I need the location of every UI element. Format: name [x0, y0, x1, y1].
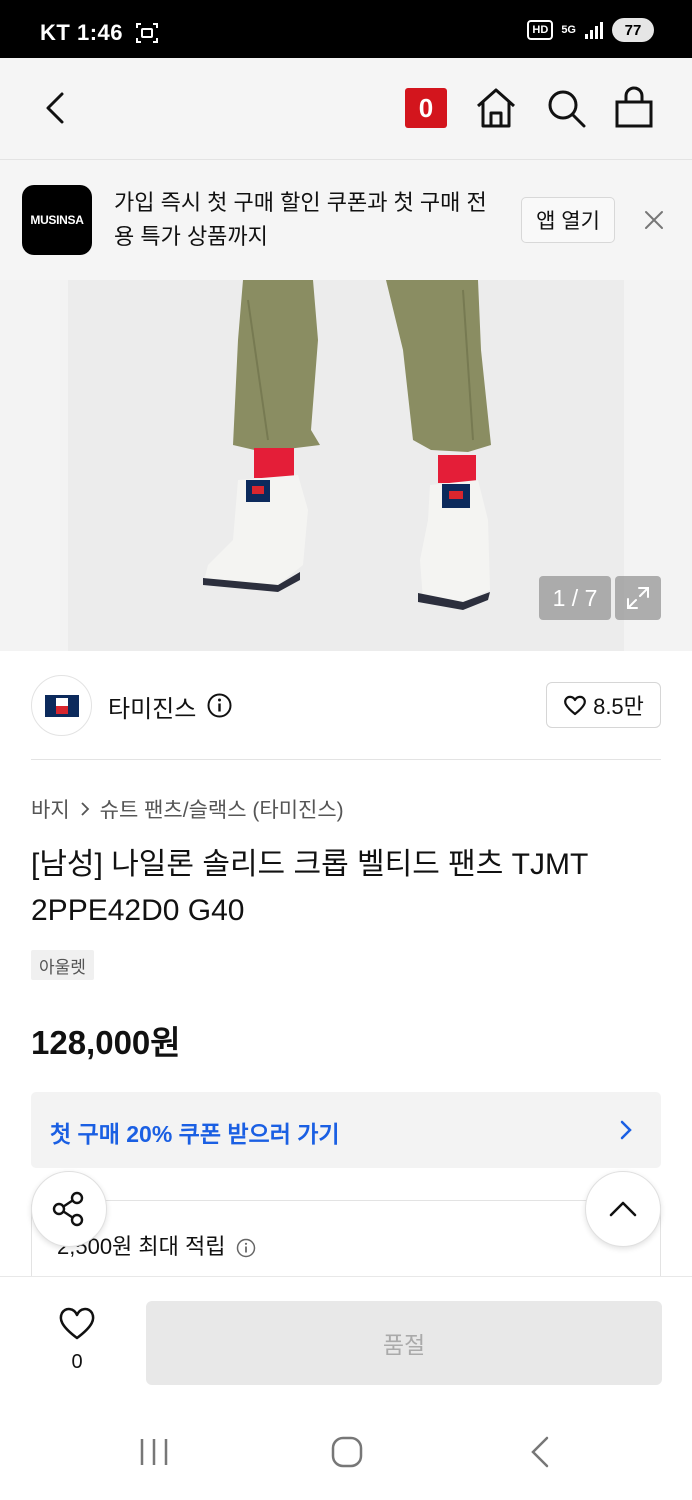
- clock: 1:46: [76, 20, 123, 45]
- heart-icon: [59, 1307, 95, 1340]
- soldout-button[interactable]: 품절: [146, 1301, 662, 1385]
- expand-image-button[interactable]: [615, 576, 661, 620]
- back-nav-icon[interactable]: [528, 1435, 552, 1469]
- signal-icon: [585, 22, 603, 39]
- brand-like-count: 8.5만: [593, 694, 644, 719]
- breadcrumb: 바지 슈트 팬츠/슬랙스 (타미진스): [31, 794, 344, 824]
- share-button[interactable]: [31, 1171, 107, 1247]
- share-icon: [52, 1191, 84, 1227]
- breadcrumb-subcategory[interactable]: 슈트 팬츠/슬랙스 (타미진스): [100, 794, 344, 824]
- close-icon[interactable]: [640, 206, 668, 234]
- cart-count-badge[interactable]: 0: [405, 88, 447, 128]
- top-nav: 0: [0, 58, 692, 160]
- expand-icon: [627, 587, 649, 609]
- bottom-purchase-bar: 0 품절: [0, 1276, 692, 1411]
- breadcrumb-category[interactable]: 바지: [31, 794, 70, 824]
- chevron-up-icon: [609, 1201, 637, 1217]
- open-app-button[interactable]: 앱 열기: [521, 197, 615, 243]
- screenshot-icon: [136, 23, 158, 43]
- brand-name[interactable]: 타미진스: [108, 689, 196, 724]
- outlet-tag: 아울렛: [31, 950, 94, 980]
- product-title: [남성] 나일론 솔리드 크롭 벨티드 팬츠 TJMT 2PPE42D0 G40: [31, 848, 588, 927]
- coupon-label: 첫 구매 20% 쿠폰 받으러 가기: [50, 1121, 340, 1147]
- system-navigation-bar: [0, 1411, 692, 1500]
- brand-logo[interactable]: [31, 675, 92, 736]
- home-icon[interactable]: [474, 86, 518, 130]
- network-5g-icon: 5G: [561, 23, 576, 36]
- gallery-page-counter: 1 / 7: [539, 576, 611, 620]
- musinsa-logo: MUSINSA: [22, 185, 92, 255]
- brand-like-button[interactable]: 8.5만: [546, 682, 661, 728]
- product-price: 128,000원: [31, 1024, 181, 1061]
- back-button[interactable]: [36, 88, 76, 128]
- divider: [31, 759, 661, 760]
- status-bar: KT 1:46 HD 5G 77: [0, 0, 692, 58]
- home-nav-icon[interactable]: [330, 1435, 364, 1469]
- wishlist-count: 0: [71, 1351, 83, 1373]
- shopping-bag-icon[interactable]: [612, 86, 656, 130]
- battery-icon: 77: [612, 18, 654, 42]
- brand-row: 타미진스 8.5만: [0, 651, 692, 759]
- scroll-to-top-button[interactable]: [585, 1171, 661, 1247]
- heart-icon: [564, 695, 587, 716]
- wishlist-button[interactable]: 0: [50, 1305, 104, 1375]
- first-purchase-coupon-link[interactable]: 첫 구매 20% 쿠폰 받으러 가기: [31, 1092, 661, 1168]
- chevron-right-icon: [81, 802, 89, 816]
- status-carrier-time: KT 1:46: [40, 20, 123, 46]
- search-icon[interactable]: [544, 86, 588, 130]
- banner-message: 가입 즉시 첫 구매 할인 쿠폰과 첫 구매 전용 특가 상품까지: [114, 190, 487, 249]
- app-install-banner: MUSINSA 가입 즉시 첫 구매 할인 쿠폰과 첫 구매 전용 특가 상품까…: [0, 160, 692, 280]
- status-right-icons: HD 5G 77: [527, 18, 654, 42]
- info-icon[interactable]: [207, 693, 232, 718]
- recent-apps-icon[interactable]: [138, 1436, 170, 1468]
- carrier-label: KT: [40, 20, 71, 45]
- hd-icon: HD: [527, 20, 554, 40]
- chevron-right-icon: [620, 1120, 632, 1140]
- tommy-flag-icon: [44, 694, 79, 717]
- info-icon[interactable]: [236, 1238, 256, 1258]
